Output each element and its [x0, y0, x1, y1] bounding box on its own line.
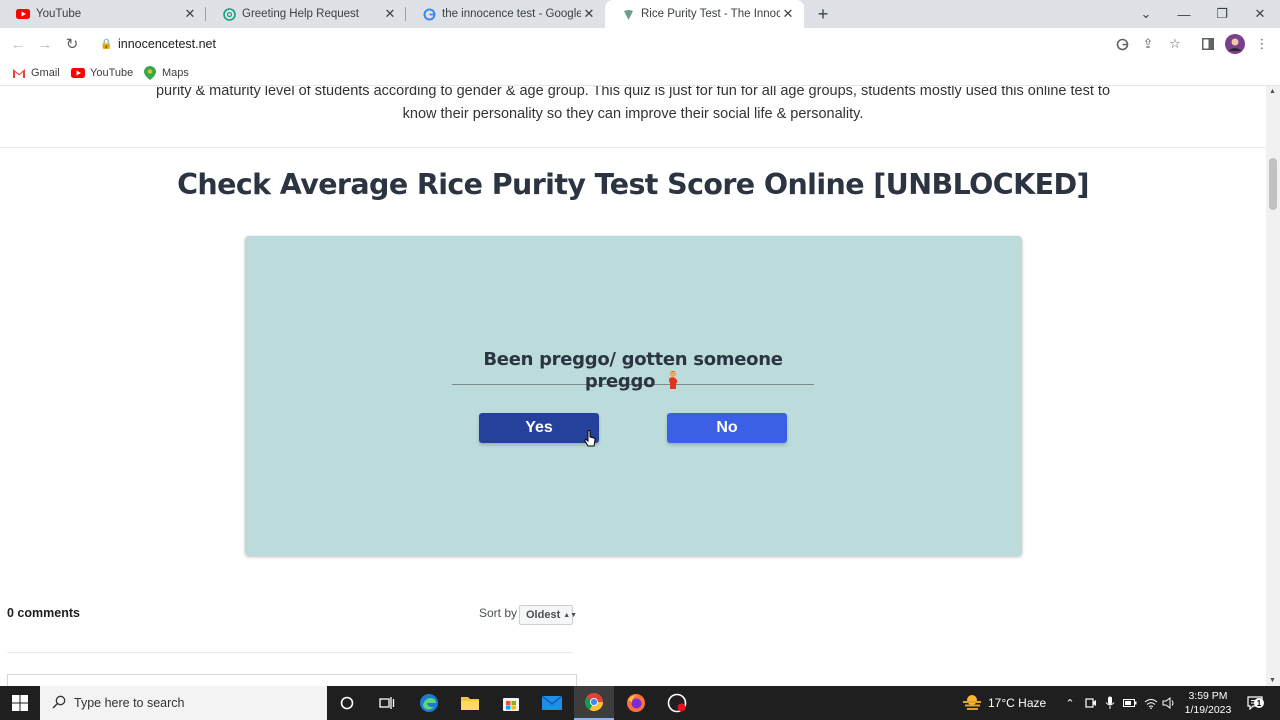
wifi-icon[interactable]: [1142, 686, 1160, 720]
comments-divider: [7, 652, 573, 653]
mouse-cursor-icon: [584, 430, 596, 448]
microphone-icon[interactable]: [1102, 686, 1118, 720]
notification-count-badge: 1: [1254, 698, 1264, 708]
bookmark-maps[interactable]: Maps: [143, 64, 189, 82]
volume-icon[interactable]: [1160, 686, 1178, 720]
quiz-card: Been preggo/ gotten someone preggo Yes N…: [245, 236, 1022, 556]
chatgpt-icon: [222, 7, 236, 21]
browser-toolbar: ← → ↻ 🔒 innocencetest.net ⇪ ☆ ⋮: [0, 28, 1280, 60]
lock-icon: 🔒: [100, 38, 113, 50]
tab-title: the innocence test - Google Sear: [442, 8, 581, 20]
close-icon[interactable]: ✕: [182, 6, 198, 22]
intro-paragraph: purity & maturity level of students acco…: [100, 86, 1166, 126]
sort-select[interactable]: Oldest ▲▼: [519, 605, 577, 625]
comment-input-box[interactable]: [7, 674, 577, 686]
cortana-icon[interactable]: [327, 686, 367, 720]
intro-line: purity & maturity level of students acco…: [155, 86, 1111, 99]
back-button[interactable]: ←: [7, 33, 29, 55]
bookmark-label: YouTube: [90, 67, 134, 79]
google-translate-icon[interactable]: [1112, 34, 1132, 54]
window-close-button[interactable]: ✕: [1241, 0, 1279, 28]
restore-button[interactable]: ❐: [1203, 0, 1241, 28]
close-icon[interactable]: ✕: [382, 6, 398, 22]
bookmark-label: Gmail: [31, 67, 60, 79]
maps-icon: [143, 66, 157, 80]
new-tab-button[interactable]: +: [813, 4, 833, 24]
no-button[interactable]: No: [667, 413, 787, 443]
edge-icon[interactable]: [409, 686, 449, 720]
chevron-up-icon[interactable]: ⌃: [1062, 686, 1078, 720]
tab-title: Rice Purity Test - The Innocence T: [641, 8, 780, 20]
search-placeholder: Type here to search: [74, 696, 185, 710]
share-icon[interactable]: ⇪: [1138, 34, 1158, 54]
scroll-up-icon[interactable]: ▲: [1269, 88, 1276, 95]
gmail-icon: [12, 66, 26, 80]
tab-title: Greeting Help Request: [242, 8, 359, 20]
chrome-icon[interactable]: [574, 686, 614, 720]
bookmarks-bar: Gmail YouTube Maps: [0, 60, 1280, 86]
bookmark-label: Maps: [162, 67, 189, 79]
divider: [0, 147, 1266, 148]
weather-text: 17°C Haze: [988, 696, 1047, 710]
tab-strip: YouTube ✕ Greeting Help Request ✕ the in…: [0, 0, 1280, 28]
sort-label: Sort by: [479, 606, 518, 620]
windows-taskbar: Type here to search 17°C Haze ⌃ 3:59 PM …: [0, 686, 1280, 720]
reload-button[interactable]: ↻: [61, 33, 83, 55]
quiz-question: Been preggo/ gotten someone preggo: [452, 349, 814, 392]
minimize-button[interactable]: —: [1165, 0, 1203, 28]
search-icon: [52, 695, 66, 712]
page-title: Check Average Rice Purity Test Score Onl…: [177, 168, 1089, 201]
youtube-icon: [71, 66, 85, 80]
weather-widget[interactable]: 17°C Haze: [962, 686, 1046, 720]
tab-youtube[interactable]: YouTube ✕: [0, 0, 206, 28]
tab-search-chevron-icon[interactable]: ⌄: [1127, 0, 1165, 28]
scroll-down-icon[interactable]: ▼: [1269, 677, 1276, 684]
windows-start-button[interactable]: [0, 686, 40, 720]
meet-now-icon[interactable]: [1082, 686, 1100, 720]
google-icon: [422, 7, 436, 21]
address-bar[interactable]: 🔒 innocencetest.net: [90, 31, 1190, 57]
yes-button[interactable]: Yes: [479, 413, 599, 443]
url-text: innocencetest.net: [118, 37, 216, 51]
bookmark-youtube[interactable]: YouTube: [71, 64, 133, 82]
rice-purity-icon: [621, 7, 635, 21]
youtube-icon: [16, 7, 30, 21]
bookmark-star-icon[interactable]: ☆: [1165, 34, 1185, 54]
mail-icon[interactable]: [532, 686, 572, 720]
close-icon[interactable]: ✕: [581, 6, 597, 22]
bookmark-gmail[interactable]: Gmail: [12, 64, 60, 82]
clock-date: 1/19/2023: [1184, 704, 1232, 716]
scrollbar-thumb[interactable]: [1269, 158, 1277, 210]
taskbar-search-box[interactable]: Type here to search: [40, 686, 327, 720]
tab-rice-purity[interactable]: Rice Purity Test - The Innocence T ✕: [605, 0, 804, 28]
sort-arrows-icon: ▲▼: [563, 611, 578, 619]
pregnant-woman-emoji-icon: [665, 370, 681, 395]
file-explorer-icon[interactable]: [450, 686, 490, 720]
screen-recorder-icon[interactable]: [657, 686, 697, 720]
menu-kebab-icon[interactable]: ⋮: [1252, 34, 1272, 54]
side-panel-icon[interactable]: [1198, 34, 1218, 54]
system-clock[interactable]: 3:59 PM 1/19/2023: [1180, 689, 1236, 717]
tab-greeting-help[interactable]: Greeting Help Request ✕: [206, 0, 406, 28]
page-content: purity & maturity level of students acco…: [0, 86, 1266, 686]
tab-title: YouTube: [36, 8, 82, 20]
question-text: Been preggo/ gotten someone preggo: [483, 349, 783, 392]
comments-count: 0 comments: [7, 606, 80, 620]
battery-icon[interactable]: [1121, 686, 1139, 720]
haze-icon: [962, 694, 982, 713]
tab-google-search[interactable]: the innocence test - Google Sear ✕: [406, 0, 605, 28]
intro-line: know their personality so they can impro…: [402, 106, 864, 122]
forward-button[interactable]: →: [34, 33, 56, 55]
sort-value: Oldest: [526, 609, 561, 621]
profile-avatar[interactable]: [1225, 34, 1245, 54]
task-view-icon[interactable]: [367, 686, 407, 720]
clock-time: 3:59 PM: [1188, 690, 1228, 702]
page-scrollbar[interactable]: ▲ ▼: [1266, 86, 1280, 686]
close-icon[interactable]: ✕: [780, 6, 796, 22]
microsoft-store-icon[interactable]: [491, 686, 531, 720]
firefox-icon[interactable]: [616, 686, 656, 720]
